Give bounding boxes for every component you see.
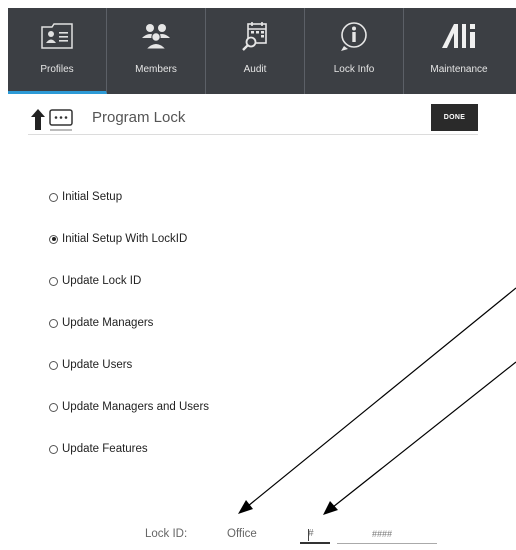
annotation-arrow-line xyxy=(332,361,516,508)
radio-button-selected[interactable] xyxy=(49,234,58,244)
radio-button[interactable] xyxy=(49,402,58,412)
option-update-users[interactable]: Update Users xyxy=(49,359,132,371)
option-label: Initial Setup With LockID xyxy=(62,233,188,245)
radio-button[interactable] xyxy=(49,360,58,370)
page-title: Program Lock xyxy=(92,109,186,126)
lock-id-value[interactable]: Office xyxy=(227,528,257,540)
done-button[interactable]: DONE xyxy=(431,104,478,131)
page-header: Program Lock DONE xyxy=(28,104,478,135)
tab-maintenance[interactable]: Maintenance xyxy=(404,8,514,94)
option-label: Update Managers xyxy=(62,317,154,329)
tab-lock-info[interactable]: Lock Info xyxy=(305,8,404,94)
option-label: Update Features xyxy=(62,443,148,455)
tab-label: Audit xyxy=(243,64,267,75)
radio-button[interactable] xyxy=(49,192,58,202)
option-update-lock-id[interactable]: Update Lock ID xyxy=(49,275,141,287)
option-label: Initial Setup xyxy=(62,191,123,203)
radio-button[interactable] xyxy=(49,444,58,454)
top-nav-bar: Profiles Members Audit Lock Info Mainten… xyxy=(8,8,516,94)
option-initial-setup-with-lockid[interactable]: Initial Setup With LockID xyxy=(49,233,187,245)
option-initial-setup[interactable]: Initial Setup xyxy=(49,191,122,203)
tab-label: Members xyxy=(135,64,177,75)
tab-label: Lock Info xyxy=(333,64,375,75)
option-update-features[interactable]: Update Features xyxy=(49,443,148,455)
lock-id-row: Lock ID: Office xyxy=(0,520,516,550)
text-cursor xyxy=(308,529,309,541)
option-update-managers-and-users[interactable]: Update Managers and Users xyxy=(49,401,209,413)
members-icon xyxy=(138,20,174,52)
audit-icon xyxy=(237,20,273,52)
tab-profiles[interactable]: Profiles xyxy=(8,8,107,94)
back-arrow-icon[interactable] xyxy=(30,106,76,139)
annotation-arrowhead xyxy=(238,500,253,514)
annotation-arrowhead xyxy=(323,501,338,515)
radio-button[interactable] xyxy=(49,276,58,286)
annotation-arrow-line xyxy=(247,287,516,507)
lock-id-prefix-field[interactable] xyxy=(300,524,330,544)
tab-members[interactable]: Members xyxy=(107,8,206,94)
tab-audit[interactable]: Audit xyxy=(206,8,305,94)
option-label: Update Users xyxy=(62,359,133,371)
option-label: Update Lock ID xyxy=(62,275,142,287)
option-label: Update Managers and Users xyxy=(62,401,210,413)
option-update-managers[interactable]: Update Managers xyxy=(49,317,153,329)
lock-id-label: Lock ID: xyxy=(145,528,188,540)
maintenance-icon xyxy=(439,20,479,52)
radio-button[interactable] xyxy=(49,318,58,328)
info-icon xyxy=(336,20,372,52)
lock-id-number-field[interactable] xyxy=(337,524,437,544)
tab-label: Maintenance xyxy=(430,64,488,75)
profiles-icon xyxy=(39,20,75,52)
tab-label: Profiles xyxy=(40,64,74,75)
